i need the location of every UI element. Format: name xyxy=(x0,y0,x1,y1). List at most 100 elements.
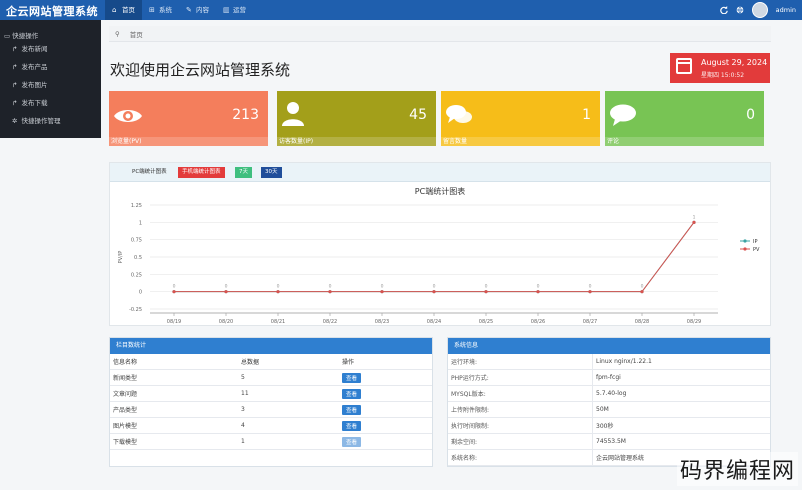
sidebar-item-news[interactable]: ↱ 发布新闻 xyxy=(0,40,101,58)
breadcrumb-home[interactable]: 首页 xyxy=(130,29,143,39)
stat-messages[interactable]: 1 留言数量 xyxy=(441,91,600,146)
share-icon: ↱ xyxy=(12,99,18,107)
nav-system[interactable]: ⊞ 系统 xyxy=(142,0,179,20)
data-label: 1 xyxy=(693,214,696,220)
table-row: 下载模型 1 查看 xyxy=(110,433,432,450)
data-label: 0 xyxy=(277,284,280,290)
sidebar-item-shortcut-manage[interactable]: ✲ 快捷操作管理 xyxy=(0,112,101,130)
sidebar-item-image[interactable]: ↱ 发布图片 xyxy=(0,76,101,94)
sitemap-icon: ⊞ xyxy=(149,5,155,14)
share-icon: ↱ xyxy=(12,45,18,53)
y-axis-label: PV/IP xyxy=(118,251,124,264)
calendar-icon xyxy=(676,58,692,74)
x-tick-label: 08/24 xyxy=(427,319,441,325)
edit-icon: ✎ xyxy=(186,5,192,14)
view-button[interactable]: 查看 xyxy=(342,420,362,431)
nav-label: 首页 xyxy=(122,6,135,14)
column-header: 操作 xyxy=(339,354,432,370)
x-tick-label: 08/28 xyxy=(635,319,649,325)
nav-operations[interactable]: ▥ 运营 xyxy=(216,0,253,20)
data-point xyxy=(328,290,332,294)
sidebar-item-label: 发布新闻 xyxy=(21,45,48,53)
info-key: 剩余空间: xyxy=(448,433,593,450)
mobile-chart-button[interactable]: 手机端统计图表 xyxy=(178,167,225,178)
nav-content[interactable]: ✎ 内容 xyxy=(179,0,216,20)
user-name[interactable]: admin xyxy=(776,6,796,14)
data-point xyxy=(380,290,384,294)
data-point xyxy=(432,290,436,294)
data-label: 0 xyxy=(381,284,384,290)
info-value: 300秒 xyxy=(592,417,770,434)
table-row: 上传附件限制: 50M xyxy=(448,401,770,418)
stat-pv[interactable]: 213 浏览量(PV) xyxy=(109,91,268,146)
sidebar-item-label: 快捷操作管理 xyxy=(21,117,61,125)
y-tick-label: 0.75 xyxy=(131,238,142,244)
stat-ip[interactable]: 45 访客数量(IP) xyxy=(277,91,436,146)
system-info-panel: 系统信息 运行环境: Linux nginx/1.22.1 PHP运行方式: fpm… xyxy=(447,337,771,467)
stat-label: 留言数量 xyxy=(441,137,600,146)
eye-icon xyxy=(114,110,142,122)
sidebar-header[interactable]: ▭ 快捷操作 xyxy=(0,20,101,40)
7-days-button[interactable]: 7天 xyxy=(235,167,252,178)
page-title: 欢迎使用企云网站管理系统 xyxy=(110,61,291,79)
legend-label: IP xyxy=(753,239,758,245)
legend-label: PV xyxy=(753,247,760,253)
sidebar-item-label: 发布产品 xyxy=(21,63,48,71)
view-button[interactable]: 查看 xyxy=(342,388,362,399)
globe-icon[interactable] xyxy=(736,6,744,14)
x-tick-label: 08/21 xyxy=(271,319,285,325)
watermark: 码界编程网 xyxy=(676,452,798,486)
y-tick-label: 0.25 xyxy=(131,272,142,278)
nav-home[interactable]: ⌂ 首页 xyxy=(105,0,142,20)
avatar[interactable] xyxy=(751,2,768,18)
data-label: 0 xyxy=(173,284,176,290)
refresh-icon[interactable] xyxy=(719,6,728,14)
app-brand[interactable]: 企云网站管理系统 xyxy=(6,3,98,19)
30-days-button[interactable]: 30天 xyxy=(261,167,282,178)
data-label: 0 xyxy=(329,284,332,290)
view-button[interactable]: 查看 xyxy=(342,436,362,447)
data-label: 0 xyxy=(589,284,592,290)
current-date: August 29, 2024 xyxy=(701,58,768,67)
bar-chart-icon: ▥ xyxy=(223,5,230,14)
stat-comments[interactable]: 0 评论 xyxy=(605,91,764,146)
table-row: 剩余空间: 74553.5M xyxy=(448,433,770,450)
data-label: 0 xyxy=(225,284,228,290)
table-row: 产品类型 3 查看 xyxy=(110,401,432,418)
category-stats-panel: 栏目数统计 信息名称 总数据 操作 新闻类型 5 查看 文章问题 11 查看 产… xyxy=(109,337,433,467)
category-stats-table: 信息名称 总数据 操作 新闻类型 5 查看 文章问题 11 查看 产品类型 3 … xyxy=(110,354,432,450)
y-tick-label: 1 xyxy=(139,220,142,226)
view-button[interactable]: 查看 xyxy=(342,404,362,415)
data-label: 0 xyxy=(485,284,488,290)
stat-value: 45 xyxy=(409,107,427,123)
view-button[interactable]: 查看 xyxy=(342,372,362,383)
sidebar-item-label: 发布下载 xyxy=(21,99,48,107)
table-row: 执行时间限制: 300秒 xyxy=(448,417,770,434)
data-point xyxy=(276,290,280,294)
row-name: 下载模型 xyxy=(110,433,238,450)
table-row: MYSQL版本: 5.7.40-log xyxy=(448,385,770,402)
table-header-row: 信息名称 总数据 操作 xyxy=(110,354,432,370)
data-label: 0 xyxy=(433,284,436,290)
nav-label: 系统 xyxy=(159,6,172,14)
x-tick-label: 08/19 xyxy=(167,319,181,325)
x-tick-label: 08/20 xyxy=(219,319,233,325)
row-name: 新闻类型 xyxy=(110,369,238,386)
x-tick-label: 08/29 xyxy=(687,319,701,325)
chart-panel-label: PC端统计图表 xyxy=(132,169,167,175)
data-point xyxy=(536,290,540,294)
info-key: 运行环境: xyxy=(448,354,593,370)
row-count: 4 xyxy=(238,417,339,434)
sidebar-item-product[interactable]: ↱ 发布产品 xyxy=(0,58,101,76)
table-row: 运行环境: Linux nginx/1.22.1 xyxy=(448,354,770,370)
info-key: 系统名称: xyxy=(448,449,593,466)
top-navbar: 企云网站管理系统 ⌂ 首页 ⊞ 系统 ✎ 内容 ▥ 运营 admin xyxy=(0,0,802,20)
comment-icon xyxy=(610,104,636,126)
data-point xyxy=(484,290,488,294)
info-key: 执行时间限制: xyxy=(448,417,593,434)
table-row: PHP运行方式: fpm-fcgi xyxy=(448,369,770,386)
row-name: 图片模型 xyxy=(110,417,238,434)
data-point xyxy=(588,290,592,294)
row-count: 11 xyxy=(238,385,339,402)
sidebar-item-download[interactable]: ↱ 发布下载 xyxy=(0,94,101,112)
